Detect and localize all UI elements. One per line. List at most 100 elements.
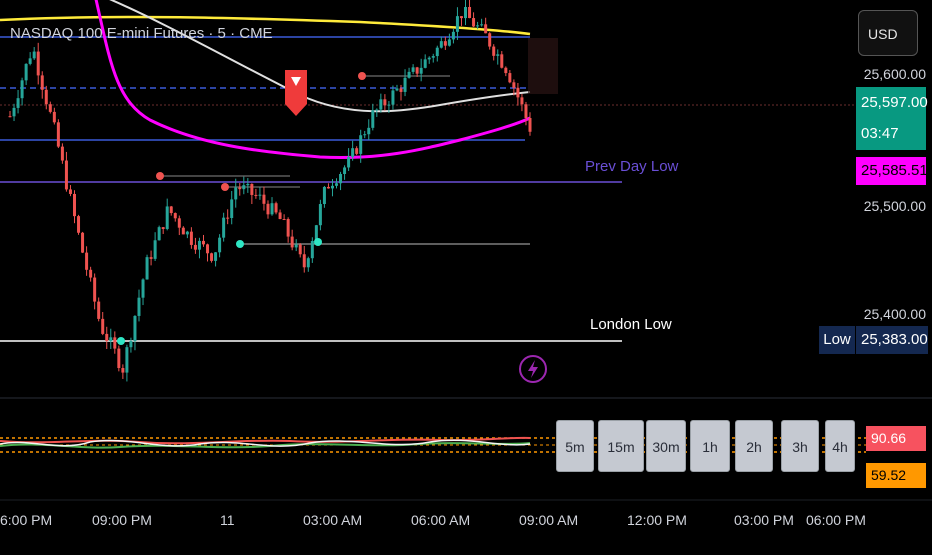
timeframe-button-5m[interactable]: 5m <box>556 420 594 472</box>
pivot-high-marker <box>358 72 366 80</box>
candle-body <box>339 173 343 184</box>
candle-body <box>419 67 423 74</box>
candle-body <box>60 146 64 161</box>
candle-body <box>387 104 391 106</box>
candle-body <box>351 148 355 157</box>
candle-body <box>302 254 306 268</box>
candle-body <box>250 183 254 195</box>
currency-button[interactable]: USD <box>858 10 918 56</box>
candle-body <box>81 232 85 253</box>
price-label: 25,400.00 <box>863 306 926 322</box>
candle-body <box>157 227 161 241</box>
pivot-high-marker <box>221 183 229 191</box>
candle-body <box>375 109 379 111</box>
candle-body <box>226 217 230 219</box>
candle-body <box>363 134 367 136</box>
candle-body <box>20 80 24 99</box>
candle-body <box>472 18 476 27</box>
candle-body <box>8 116 12 118</box>
timeframe-button-4h[interactable]: 4h <box>825 420 855 472</box>
candle-body <box>32 51 36 59</box>
oscillator-value-1: 90.66 <box>866 426 926 451</box>
candle-body <box>383 99 387 106</box>
candle-body <box>492 46 496 56</box>
candle-body <box>242 185 246 190</box>
candle-body <box>310 241 314 259</box>
candle-body <box>137 297 141 316</box>
vwap-price-badge: 25,585.51 <box>856 157 928 185</box>
candle-body <box>36 51 40 76</box>
low-price-badge: 25,383.00 <box>856 326 928 354</box>
price-label: 25,600.00 <box>863 66 926 82</box>
time-axis-label: 03:00 PM <box>734 512 794 528</box>
candle-body <box>28 58 32 64</box>
trading-chart[interactable]: NASDAQ 100 E-mini Futures · 5 · CME USD … <box>0 0 932 550</box>
candle-body <box>214 252 218 261</box>
timeframe-button-2h[interactable]: 2h <box>735 420 773 472</box>
candle-body <box>129 341 133 348</box>
candle-body <box>72 193 76 217</box>
candle-body <box>415 67 419 74</box>
candle-body <box>431 56 435 58</box>
time-axis-label: 06:00 PM <box>806 512 866 528</box>
candle-body <box>181 227 185 235</box>
prev-day-low-label: Prev Day Low <box>585 158 679 175</box>
pivot-high-marker <box>156 172 164 180</box>
london-low-label: London Low <box>590 316 672 333</box>
candle-body <box>68 189 72 194</box>
timeframe-button-1h[interactable]: 1h <box>690 420 730 472</box>
candle-body <box>488 33 492 47</box>
candle-body <box>508 73 512 83</box>
candle-body <box>278 212 282 220</box>
candlestick-series <box>8 0 532 382</box>
candle-body <box>347 156 351 168</box>
candle-body <box>77 216 81 233</box>
candle-body <box>306 258 310 268</box>
time-axis-label: 09:00 PM <box>92 512 152 528</box>
candle-body <box>201 240 205 245</box>
candle-body <box>443 41 447 46</box>
candle-body <box>52 111 56 123</box>
candle-body <box>222 217 226 238</box>
candle-body <box>177 218 181 228</box>
candle-body <box>516 87 520 98</box>
candle-body <box>254 194 258 196</box>
time-axis-label: 03:00 AM <box>303 512 363 528</box>
timeframe-button-3h[interactable]: 3h <box>781 420 819 472</box>
arrow-down-flag-icon <box>285 70 307 116</box>
candle-body <box>238 187 242 190</box>
candle-body <box>480 24 484 26</box>
symbol-title[interactable]: NASDAQ 100 E-mini Futures · 5 · CME <box>10 25 273 42</box>
candle-body <box>64 160 68 190</box>
candle-body <box>149 257 153 259</box>
candle-body <box>161 227 165 229</box>
pivot-low-marker <box>236 240 244 248</box>
candle-body <box>391 90 395 105</box>
candle-body <box>330 185 334 189</box>
candle-body <box>44 89 48 105</box>
candle-body <box>189 231 193 245</box>
candle-body <box>262 194 266 204</box>
candle-body <box>407 71 411 78</box>
candle-body <box>451 31 455 40</box>
low-tag: Low <box>819 326 855 354</box>
candle-body <box>411 67 415 72</box>
candle-body <box>520 97 524 105</box>
volume-profile-box <box>528 38 558 94</box>
time-axis-label: 09:00 AM <box>519 512 579 528</box>
candle-body <box>464 6 468 19</box>
timeframe-button-30m[interactable]: 30m <box>646 420 686 472</box>
candle-body <box>173 213 177 219</box>
candle-body <box>141 279 145 298</box>
candle-body <box>40 75 44 90</box>
lightning-icon <box>519 355 547 383</box>
candle-body <box>266 203 270 215</box>
candle-body <box>484 24 488 34</box>
candle-body <box>512 82 516 88</box>
candle-body <box>197 240 201 250</box>
candle-body <box>399 88 403 92</box>
timeframe-button-15m[interactable]: 15m <box>598 420 644 472</box>
candle-body <box>427 57 431 60</box>
candle-body <box>145 257 149 280</box>
candle-body <box>16 98 20 108</box>
